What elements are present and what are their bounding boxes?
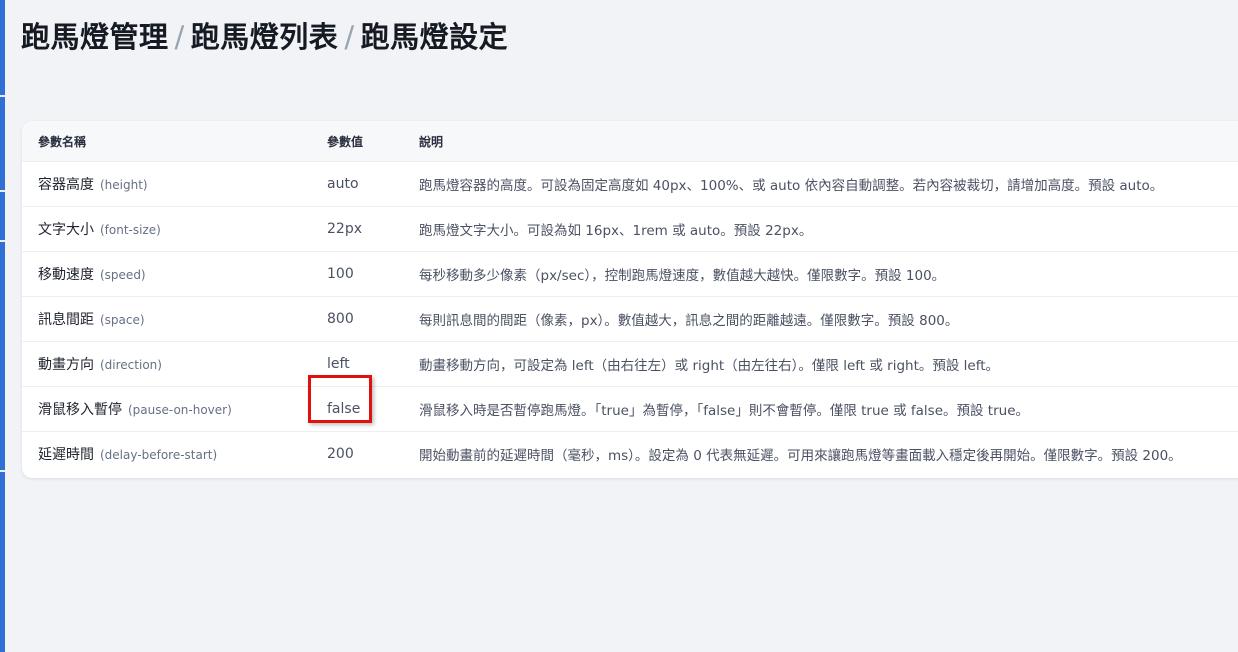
highlight-box (308, 375, 372, 423)
param-name-cell: 滑鼠移入暫停 (pause-on-hover) (22, 386, 327, 432)
param-name: 延遲時間 (38, 447, 94, 463)
param-name-cell: 訊息間距 (space) (22, 296, 327, 342)
param-key: (font-size) (100, 223, 161, 237)
table-row: 訊息間距 (space) 800 每則訊息間的間距（像素，px）。數值越大，訊息之… (22, 296, 1238, 342)
table-row: 容器高度 (height) auto 跑馬燈容器的高度。可設為固定高度如 40px… (22, 161, 1238, 207)
param-value-highlighted: false (308, 375, 372, 423)
param-description: 跑馬燈容器的高度。可設為固定高度如 40px、100%、或 auto 依內容自動… (419, 161, 1238, 207)
param-description: 滑鼠移入時是否暫停跑馬燈。「true」為暫停，「false」則不會暫停。僅限 t… (419, 386, 1238, 432)
param-description: 開始動畫前的延遲時間（毫秒，ms）。設定為 0 代表無延遲。可用來讓跑馬燈等畫面… (419, 431, 1238, 476)
param-description: 跑馬燈文字大小。可設為如 16px、1rem 或 auto。預設 22px。 (419, 206, 1238, 252)
param-name: 容器高度 (38, 177, 94, 193)
param-name-cell: 動畫方向 (direction) (22, 341, 327, 387)
param-description: 每秒移動多少像素（px/sec），控制跑馬燈速度，數值越大越快。僅限數字。預設 … (419, 251, 1238, 297)
settings-table-card: 參數名稱 參數值 說明 容器高度 (height) auto 跑馬燈容器的高度。可… (22, 121, 1238, 478)
param-description: 每則訊息間的間距（像素，px）。數值越大，訊息之間的距離越遠。僅限數字。預設 8… (419, 296, 1238, 342)
param-key: (delay-before-start) (100, 448, 218, 462)
sidebar-divider (0, 190, 5, 192)
header-param-name: 參數名稱 (22, 121, 327, 162)
param-name-cell: 移動速度 (speed) (22, 251, 327, 297)
param-name: 移動速度 (38, 267, 94, 283)
table-row: 文字大小 (font-size) 22px 跑馬燈文字大小。可設為如 16px、1… (22, 206, 1238, 252)
breadcrumb-separator: / (344, 20, 355, 54)
breadcrumb: 跑馬燈管理 / 跑馬燈列表 / 跑馬燈設定 (21, 14, 508, 56)
param-description: 動畫移動方向，可設定為 left（由右往左）或 right（由左往右）。僅限 l… (419, 341, 1238, 387)
param-key: (space) (100, 313, 145, 327)
param-name-cell: 文字大小 (font-size) (22, 206, 327, 252)
param-key: (height) (100, 178, 148, 192)
table-row: 延遲時間 (delay-before-start) 200 開始動畫前的延遲時間（… (22, 431, 1238, 476)
header-param-value: 參數值 (327, 121, 419, 162)
param-name: 訊息間距 (38, 312, 94, 328)
sidebar-divider (0, 470, 5, 472)
param-value: auto (327, 161, 419, 207)
param-value: 200 (327, 431, 419, 476)
param-key: (speed) (100, 268, 146, 282)
breadcrumb-marquee-management[interactable]: 跑馬燈管理 (21, 20, 169, 54)
table-row: 移動速度 (speed) 100 每秒移動多少像素（px/sec），控制跑馬燈速度… (22, 251, 1238, 297)
param-name: 滑鼠移入暫停 (38, 402, 122, 418)
breadcrumb-separator: / (174, 20, 185, 54)
param-name-cell: 容器高度 (height) (22, 161, 327, 207)
settings-table: 參數名稱 參數值 說明 容器高度 (height) auto 跑馬燈容器的高度。可… (22, 121, 1238, 476)
param-key: (pause-on-hover) (128, 403, 232, 417)
table-header-row: 參數名稱 參數值 說明 (22, 121, 1238, 162)
param-value: 22px (327, 206, 419, 252)
param-name-cell: 延遲時間 (delay-before-start) (22, 431, 327, 476)
param-value: 100 (327, 251, 419, 297)
header-description: 說明 (419, 121, 1238, 162)
param-value: 800 (327, 296, 419, 342)
sidebar-divider (0, 95, 5, 97)
sidebar-divider (0, 240, 5, 242)
table-row: 動畫方向 (direction) left 動畫移動方向，可設定為 left（由右… (22, 341, 1238, 387)
param-name: 文字大小 (38, 222, 94, 238)
param-key: (direction) (100, 358, 162, 372)
left-sidebar-edge (0, 0, 5, 652)
param-name: 動畫方向 (38, 357, 94, 373)
breadcrumb-marquee-settings: 跑馬燈設定 (360, 20, 509, 54)
param-value-cell: false (308, 375, 419, 432)
table-row: 滑鼠移入暫停 (pause-on-hover) false 滑鼠移入時是否暫停跑馬… (22, 375, 1238, 432)
breadcrumb-marquee-list[interactable]: 跑馬燈列表 (191, 20, 339, 54)
